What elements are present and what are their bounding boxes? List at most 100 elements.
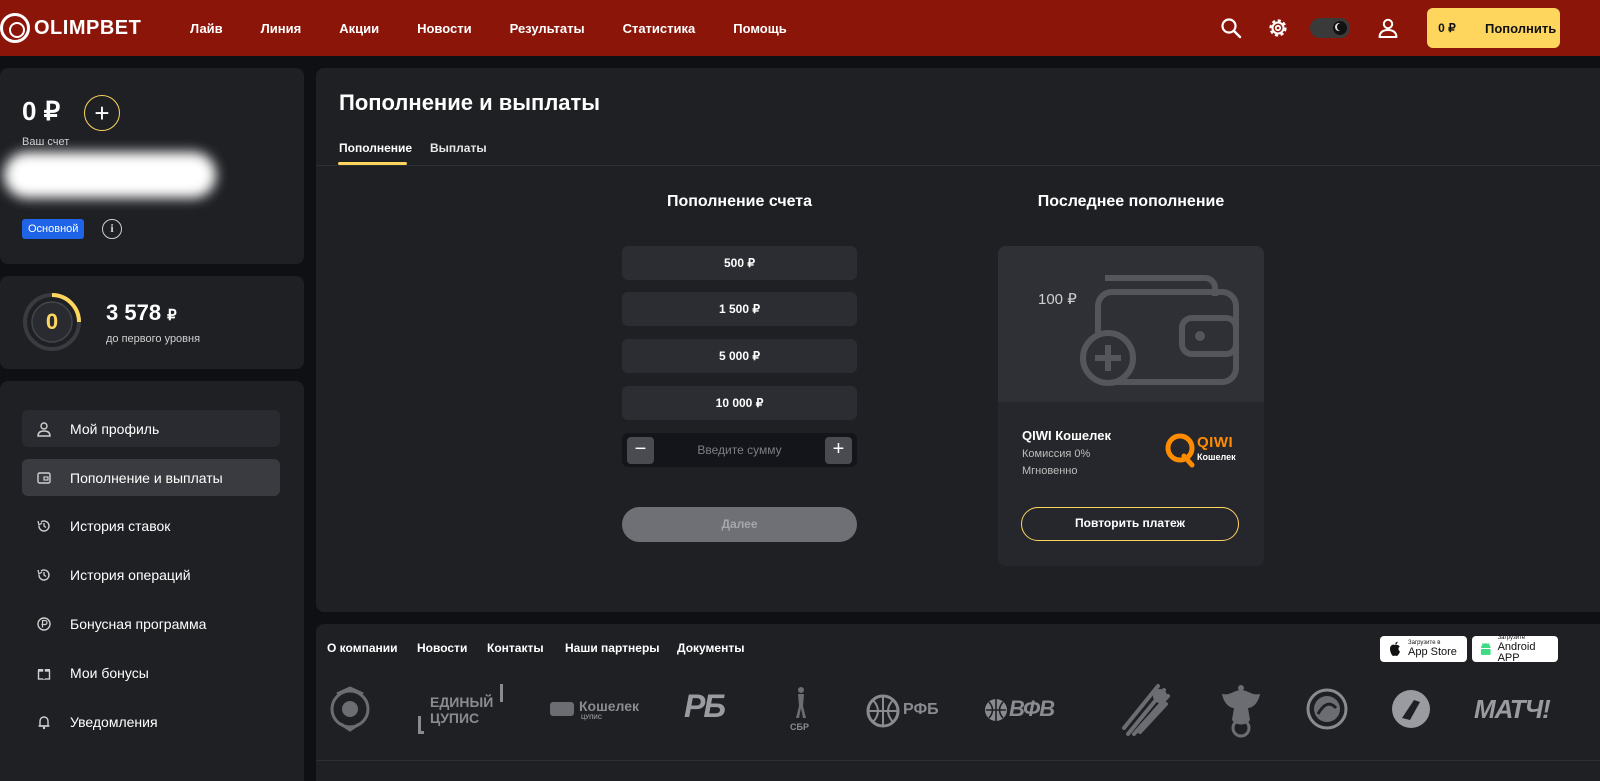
app-store-text: Загрузите в App Store <box>1408 640 1457 658</box>
header-deposit-label: Пополнить <box>1485 20 1557 36</box>
partner-eagle-emblem-icon <box>1222 685 1260 738</box>
gear-icon[interactable] <box>1266 16 1290 40</box>
sidebar-item-operation-history[interactable]: История операций <box>22 556 280 593</box>
tab-deposit[interactable]: Пополнение <box>339 141 412 155</box>
increase-amount-button[interactable]: + <box>825 437 852 464</box>
logo[interactable]: OLIMPBET <box>0 13 141 43</box>
android-text: Загрузите Android APP <box>1498 635 1558 664</box>
footer-link-news[interactable]: Новости <box>417 641 467 655</box>
partner-vfv-text: ВФВ <box>1009 696 1055 721</box>
main-panel <box>316 68 1600 612</box>
biathlon-figure-icon <box>796 687 806 718</box>
sidebar-item-deposit-withdraw[interactable]: Пополнение и выплаты <box>22 459 280 496</box>
decrease-amount-button[interactable]: − <box>627 437 654 464</box>
nav-line[interactable]: Линия <box>261 21 302 36</box>
amount-option-5000[interactable]: 5 000 ₽ <box>622 339 857 373</box>
header-balance: 0 ₽ <box>1438 21 1456 35</box>
partner-hockey-logo-icon <box>1392 690 1430 728</box>
nav-live[interactable]: Лайв <box>190 21 223 36</box>
info-icon[interactable]: i <box>102 219 122 239</box>
deposit-section-title: Пополнение счета <box>666 193 813 210</box>
android-icon <box>1480 642 1491 655</box>
android-app-button[interactable]: Загрузите Android APP <box>1472 635 1558 664</box>
header-deposit-button[interactable]: 0 ₽ Пополнить <box>1427 8 1560 48</box>
add-funds-button[interactable]: + <box>84 95 120 131</box>
partner-rfb-logo: РФБ <box>866 694 944 728</box>
partner-cupis-line1: ЕДИНЫЙ <box>430 694 494 710</box>
cupis-bracket-icon <box>418 716 424 734</box>
tab-withdraw[interactable]: Выплаты <box>430 141 487 155</box>
sidebar-item-label: Мои бонусы <box>70 664 149 681</box>
payment-method-fee: Комиссия 0% <box>1022 448 1091 460</box>
wallet-plus-icon <box>1080 275 1239 386</box>
amount-input[interactable] <box>658 435 821 465</box>
nav-statistics[interactable]: Статистика <box>623 21 696 36</box>
sidebar-item-notifications[interactable]: Уведомления <box>22 703 280 740</box>
plus-icon: + <box>94 98 110 128</box>
partner-koshelek-logo: Кошелек ЦУПИС <box>550 696 645 726</box>
cupis-mark-icon <box>500 684 503 702</box>
amount-option-1500[interactable]: 1 500 ₽ <box>622 292 857 326</box>
sidebar-item-my-bonuses[interactable]: Мои бонусы <box>22 654 280 691</box>
main-nav: Лайв Линия Акции Новости Результаты Стат… <box>190 0 825 56</box>
points-currency: ₽ <box>167 307 177 324</box>
ruble-coin-icon <box>37 616 51 631</box>
next-button[interactable]: Далее <box>622 507 857 542</box>
repeat-payment-button[interactable]: Повторить платеж <box>1021 507 1239 541</box>
partner-sbr-logo: СБР <box>788 686 814 736</box>
user-icon[interactable] <box>1376 16 1400 40</box>
partner-sbr-text: СБР <box>790 722 809 732</box>
amount-option-500[interactable]: 500 ₽ <box>622 246 857 280</box>
footer-link-partners[interactable]: Наши партнеры <box>565 641 660 655</box>
android-big: Android APP <box>1497 640 1536 664</box>
qiwi-logo-word: QIWI <box>1197 434 1234 451</box>
history-icon <box>37 568 50 581</box>
sidebar-item-label: Уведомления <box>70 713 158 730</box>
sidebar-item-profile[interactable]: Мой профиль <box>22 410 280 447</box>
last-deposit-card: 100 ₽ QIWI Кошелек Комиссия 0% Мгновенно… <box>998 246 1264 566</box>
points-value: 3 578 <box>106 300 162 325</box>
koshelek-wallet-icon <box>550 702 574 716</box>
partner-edinyi-cupis-logo: ЕДИНЫЙ ЦУПИС <box>416 684 508 736</box>
points-to-level: 3 578 ₽ <box>106 300 177 326</box>
footer-link-documents[interactable]: Документы <box>677 641 744 655</box>
page-title: Пополнение и выплаты <box>339 90 601 115</box>
footer-link-contacts[interactable]: Контакты <box>487 641 544 655</box>
balance-caption: Ваш счет <box>22 136 70 148</box>
footer-link-about[interactable]: О компании <box>327 641 398 655</box>
moon-icon <box>1337 23 1345 31</box>
nav-news[interactable]: Новости <box>417 21 472 36</box>
partner-match-logo: МАТЧ! <box>1474 694 1551 724</box>
amount-option-10000[interactable]: 10 000 ₽ <box>622 386 857 420</box>
nav-help[interactable]: Помощь <box>733 21 786 36</box>
basketball-icon <box>866 694 900 728</box>
amount-stepper: − + <box>622 433 857 467</box>
nav-promotions[interactable]: Акции <box>339 21 379 36</box>
redacted-account-info <box>4 152 216 198</box>
gift-icon <box>37 668 51 680</box>
theme-toggle[interactable] <box>1310 18 1350 38</box>
sidebar-item-bonus-program[interactable]: Бонусная программа <box>22 605 280 642</box>
partner-koshelek-sub: ЦУПИС <box>581 715 603 721</box>
qiwi-logo-subtitle: Кошелек <box>1197 452 1236 462</box>
sidebar-item-label: Бонусная программа <box>70 615 207 632</box>
sidebar-item-bet-history[interactable]: История ставок <box>22 507 280 544</box>
wallet-icon <box>37 471 51 484</box>
app-store-button[interactable]: Загрузите в App Store <box>1380 636 1467 662</box>
partner-cupis-line2: ЦУПИС <box>430 710 480 726</box>
partner-rfb-text: РФБ <box>903 701 939 718</box>
partner-vfv-logo: ВФВ <box>984 694 1074 728</box>
user-icon <box>37 421 51 437</box>
nav-results[interactable]: Результаты <box>510 21 585 36</box>
olimpbet-logo-icon <box>0 13 30 43</box>
partner-emblem-icon <box>330 686 370 732</box>
qiwi-logo: QIWI Кошелек <box>1164 432 1236 468</box>
sidebar-item-label: История ставок <box>70 517 171 534</box>
partner-koshelek-name: Кошелек <box>579 698 640 714</box>
level-number: 0 <box>45 309 59 334</box>
search-icon[interactable] <box>1219 16 1243 40</box>
apple-icon <box>1390 641 1400 656</box>
tab-divider <box>316 165 1600 166</box>
qiwi-logo-icon <box>1165 433 1195 468</box>
partner-comet-logo-icon <box>1122 684 1170 736</box>
